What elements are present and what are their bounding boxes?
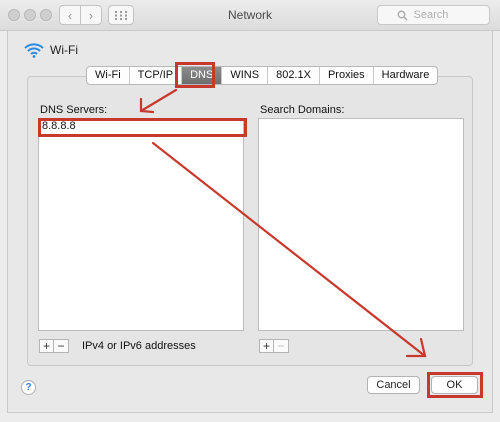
search-field[interactable]	[377, 5, 490, 25]
search-domains-label: Search Domains:	[260, 104, 345, 116]
add-search-domain-button[interactable]: +	[259, 339, 274, 353]
tab-tcp-ip[interactable]: TCP/IP	[130, 67, 183, 84]
tab-proxies[interactable]: Proxies	[320, 67, 374, 84]
tab-wins[interactable]: WINS	[222, 67, 269, 84]
ok-button[interactable]: OK	[431, 376, 478, 394]
dns-servers-label: DNS Servers:	[40, 104, 108, 116]
dns-hint: IPv4 or IPv6 addresses	[82, 340, 196, 352]
tab-802-1x[interactable]: 802.1X	[268, 67, 320, 84]
remove-dns-server-button[interactable]: −	[54, 339, 69, 353]
tab-dns[interactable]: DNS	[182, 67, 223, 84]
settings-tabs: Wi-Fi TCP/IP DNS WINS 802.1X Proxies Har…	[86, 66, 439, 85]
dns-server-entry[interactable]: 8.8.8.8	[39, 119, 243, 134]
remove-search-domain-button[interactable]: −	[274, 339, 289, 353]
dns-servers-list[interactable]: 8.8.8.8	[38, 118, 244, 331]
dns-add-remove: + −	[39, 339, 69, 353]
interface-name: Wi-Fi	[50, 43, 78, 57]
cancel-button[interactable]: Cancel	[367, 376, 420, 394]
help-button[interactable]: ?	[21, 380, 36, 395]
interface-header: Wi-Fi	[24, 42, 78, 58]
search-domains-list[interactable]	[258, 118, 464, 331]
add-dns-server-button[interactable]: +	[39, 339, 54, 353]
title-bar: ‹ › Network	[0, 0, 500, 31]
domains-add-remove: + −	[259, 339, 289, 353]
search-input[interactable]	[411, 8, 471, 22]
search-icon	[397, 10, 407, 20]
tab-hardware[interactable]: Hardware	[374, 67, 438, 84]
wifi-icon	[24, 43, 44, 58]
tab-wifi[interactable]: Wi-Fi	[87, 67, 130, 84]
